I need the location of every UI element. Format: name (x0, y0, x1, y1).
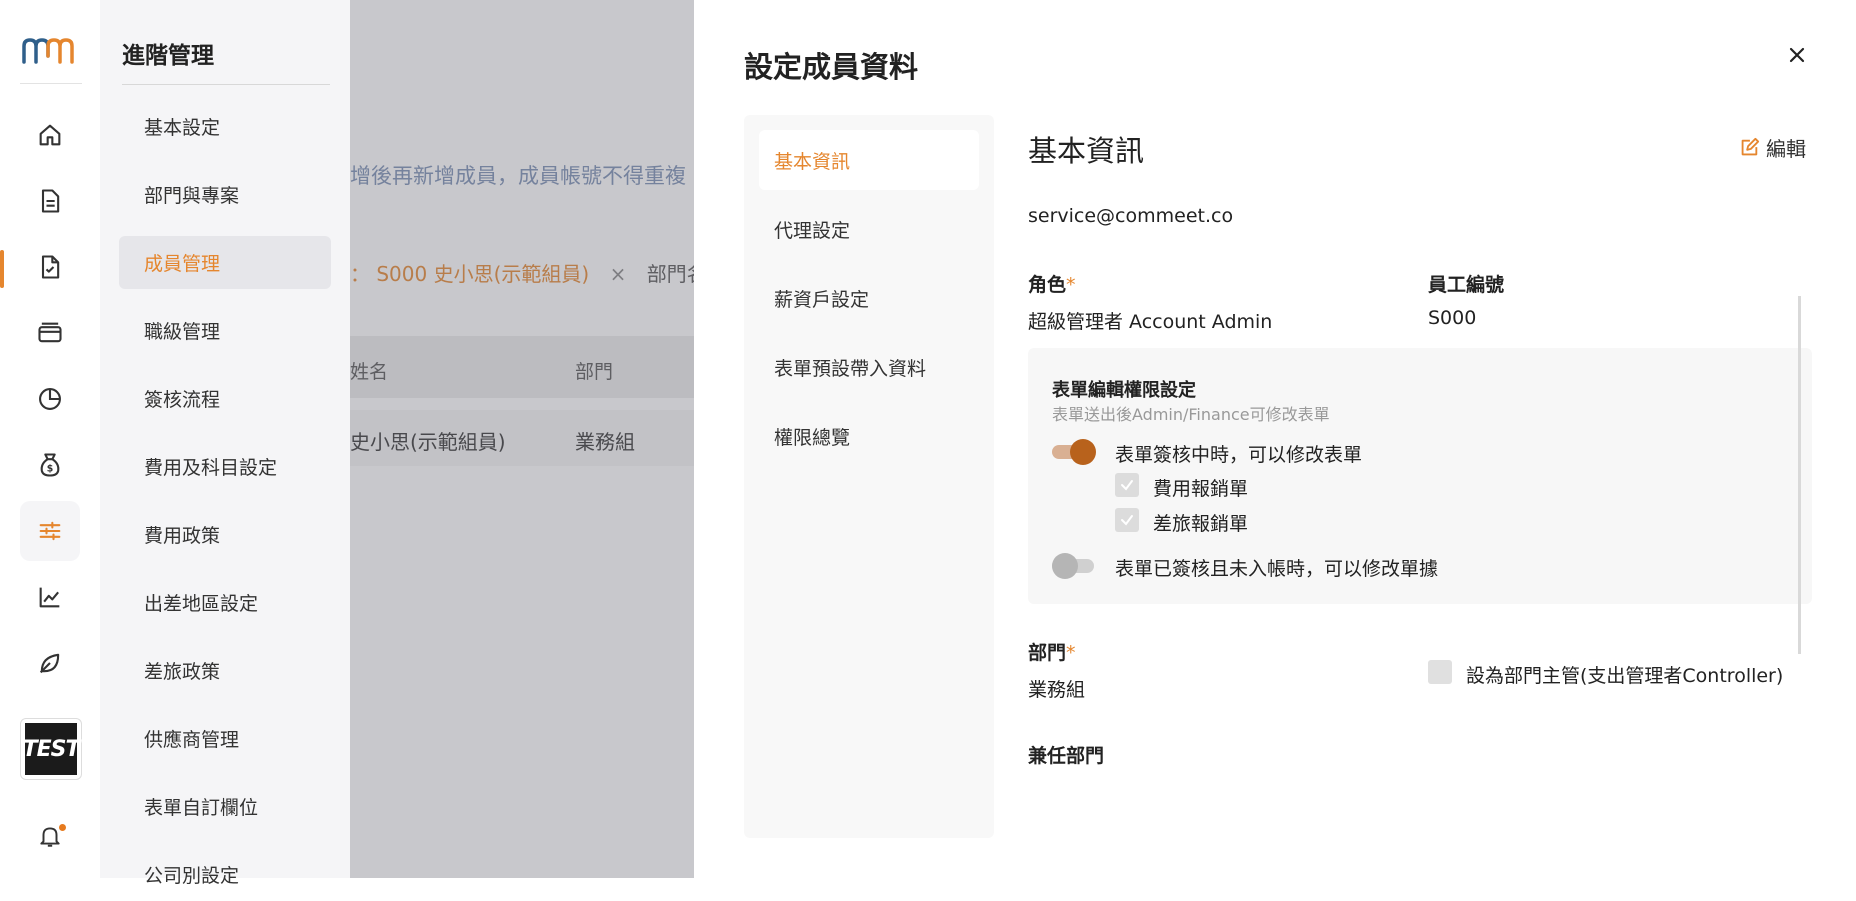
checkbox-travel-report[interactable] (1115, 508, 1139, 532)
menu-title: 進階管理 (122, 43, 214, 69)
line-chart-icon[interactable] (20, 567, 80, 627)
menu-item-basic-settings[interactable]: 基本設定 (119, 100, 331, 153)
scrollbar[interactable] (1798, 296, 1801, 654)
checkbox-expense-report[interactable] (1115, 473, 1139, 497)
member-settings-modal: 設定成員資料 基本資訊 代理設定 薪資戶設定 表單預設帶入資料 權限總覽 基本資… (694, 0, 1856, 878)
avatar-text: TEST (23, 723, 80, 775)
notification-dot (59, 824, 66, 831)
department-label-text: 部門 (1028, 642, 1067, 664)
checkbox-travel-report-label: 差旅報銷單 (1153, 513, 1249, 535)
tab-salary-account[interactable]: 薪資戶設定 (759, 268, 979, 328)
menu-item-travel-regions[interactable]: 出差地區設定 (119, 576, 331, 629)
menu-divider (122, 84, 330, 85)
close-icon (1789, 47, 1805, 63)
role-label: 角色* (1028, 270, 1076, 297)
menu-item-custom-form-fields[interactable]: 表單自訂欄位 (119, 780, 331, 833)
icon-rail: $ TEST (0, 0, 100, 878)
check-icon (1121, 515, 1133, 526)
edit-icon (1741, 137, 1760, 155)
company-avatar[interactable]: TEST (20, 718, 82, 780)
leaf-icon[interactable] (20, 633, 80, 693)
concurrent-department-label: 兼任部門 (1028, 745, 1105, 767)
employee-no-label: 員工編號 (1428, 274, 1505, 296)
modal-overlay[interactable] (350, 0, 694, 878)
money-bag-icon[interactable]: $ (20, 435, 80, 495)
tab-form-defaults[interactable]: 表單預設帶入資料 (759, 337, 979, 397)
tab-proxy-settings[interactable]: 代理設定 (759, 199, 979, 259)
role-value: 超級管理者 Account Admin (1028, 311, 1273, 333)
department-value: 業務組 (1028, 679, 1086, 701)
home-icon[interactable] (20, 105, 80, 165)
sliders-icon[interactable] (20, 501, 80, 561)
pie-chart-icon[interactable] (20, 369, 80, 429)
department-label: 部門* (1028, 638, 1076, 665)
checkbox-department-manager[interactable] (1428, 660, 1452, 684)
document-check-icon[interactable] (20, 237, 80, 297)
permission-title: 表單編輯權限設定 (1052, 380, 1196, 401)
department-manager-label: 設為部門主管(支出管理者Controller) (1466, 665, 1784, 687)
menu-active-indicator (0, 250, 4, 288)
modal-tabs: 基本資訊 代理設定 薪資戶設定 表單預設帶入資料 權限總覽 (744, 115, 994, 838)
card-icon[interactable] (20, 303, 80, 363)
advanced-settings-menu: 進階管理 基本設定 部門與專案 成員管理 職級管理 簽核流程 費用及科目設定 費… (100, 0, 350, 887)
menu-item-member-management[interactable]: 成員管理 (119, 236, 331, 289)
menu-item-vendor-management[interactable]: 供應商管理 (119, 712, 331, 765)
edit-label: 編輯 (1766, 137, 1806, 161)
toggle-edit-during-approval[interactable] (1052, 439, 1096, 465)
document-icon[interactable] (20, 171, 80, 231)
required-mark: * (1066, 642, 1076, 664)
permission-subtitle: 表單送出後Admin/Finance可修改表單 (1052, 405, 1330, 424)
rail-divider (20, 83, 82, 84)
role-label-text: 角色 (1028, 274, 1067, 296)
edit-button[interactable]: 編輯 (1738, 133, 1806, 162)
tab-basic-info[interactable]: 基本資訊 (759, 130, 979, 190)
menu-item-job-levels[interactable]: 職級管理 (119, 304, 331, 357)
check-icon (1121, 480, 1133, 491)
tab-permissions-overview[interactable]: 權限總覽 (759, 406, 979, 466)
form-edit-permission-box: 表單編輯權限設定 表單送出後Admin/Finance可修改表單 表單簽核中時，… (1028, 348, 1812, 604)
svg-text:$: $ (47, 463, 54, 474)
bell-icon[interactable] (20, 806, 80, 866)
menu-item-company-entity[interactable]: 公司別設定 (119, 848, 331, 901)
modal-title: 設定成員資料 (744, 50, 919, 84)
close-button[interactable] (1782, 40, 1812, 70)
member-email: service@commeet.co (1028, 205, 1234, 227)
toggle-edit-during-approval-label: 表單簽核中時，可以修改表單 (1115, 444, 1363, 466)
menu-item-departments-projects[interactable]: 部門與專案 (119, 168, 331, 221)
menu-item-expense-accounts[interactable]: 費用及科目設定 (119, 440, 331, 493)
required-mark: * (1066, 274, 1076, 296)
checkbox-expense-report-label: 費用報銷單 (1153, 478, 1249, 500)
toggle-edit-after-approval[interactable] (1052, 553, 1094, 579)
logo-icon[interactable] (22, 36, 82, 66)
menu-item-expense-policy[interactable]: 費用政策 (119, 508, 331, 561)
menu-item-approval-flow[interactable]: 簽核流程 (119, 372, 331, 425)
employee-no-value: S000 (1428, 307, 1477, 329)
menu-item-travel-policy[interactable]: 差旅政策 (119, 644, 331, 697)
section-title: 基本資訊 (1028, 134, 1145, 168)
toggle-edit-after-approval-label: 表單已簽核且未入帳時，可以修改單據 (1115, 558, 1439, 580)
